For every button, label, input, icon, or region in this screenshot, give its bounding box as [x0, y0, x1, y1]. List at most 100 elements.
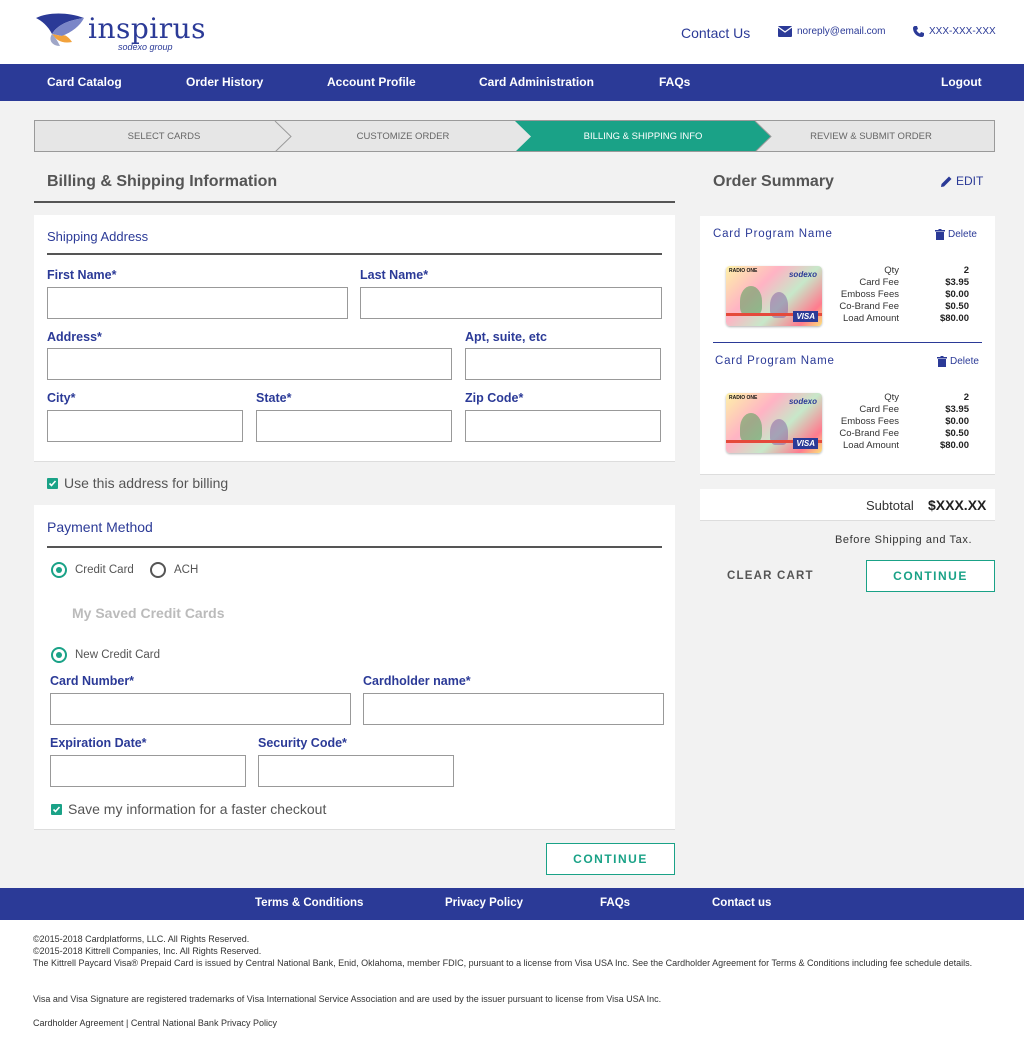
- card-number-label: Card Number*: [50, 674, 135, 688]
- envelope-icon: [778, 26, 792, 37]
- cardholder-label: Cardholder name*: [363, 674, 471, 688]
- first-name-field[interactable]: [47, 287, 348, 319]
- nav-account-profile[interactable]: Account Profile: [327, 75, 416, 89]
- footer-contact-link[interactable]: Contact us: [712, 897, 771, 909]
- edit-label: EDIT: [956, 174, 984, 188]
- card-issuer-text: sodexo: [788, 397, 817, 406]
- shipping-title-rule: [47, 253, 662, 255]
- clear-cart-button[interactable]: CLEAR CART: [727, 570, 814, 582]
- subtotal-label: Subtotal: [866, 498, 914, 513]
- footer-legal: ©2015-2018 Cardplatforms, LLC. All Right…: [0, 920, 1024, 1046]
- security-code-field[interactable]: [258, 755, 454, 787]
- phone-text: XXX-XXX-XXX: [929, 26, 996, 37]
- credit-card-label: Credit Card: [75, 564, 134, 576]
- address-label: Address*: [47, 330, 102, 344]
- city-field[interactable]: [47, 410, 243, 442]
- save-info-label: Save my information for a faster checkou…: [68, 801, 327, 817]
- save-info-checkbox[interactable]: Save my information for a faster checkou…: [51, 801, 326, 817]
- cardholder-agreement-links[interactable]: Cardholder Agreement | Central National …: [33, 1017, 277, 1029]
- phone-icon: [913, 26, 924, 37]
- item-fee-labels: Qty Card Fee Emboss Fees Co-Brand Fee Lo…: [839, 392, 899, 451]
- footer-privacy-link[interactable]: Privacy Policy: [445, 897, 523, 909]
- item-divider: [713, 342, 982, 343]
- new-credit-card-label: New Credit Card: [75, 649, 160, 661]
- copyright-kittrell: ©2015-2018 Kittrell Companies, Inc. All …: [33, 946, 262, 956]
- item-fee-values: 2 $3.95 $0.00 $0.50 $80.00: [939, 392, 969, 451]
- state-field[interactable]: [256, 410, 452, 442]
- payment-method-title: Payment Method: [47, 519, 153, 535]
- copyright-cardplatforms: ©2015-2018 Cardplatforms, LLC. All Right…: [33, 934, 250, 944]
- phone-contact[interactable]: XXX-XXX-XXX: [913, 26, 996, 37]
- order-summary-panel: Card Program Name Delete RADIO ONE sodex…: [700, 216, 995, 475]
- main-nav: Card Catalog Order History Account Profi…: [0, 64, 1024, 101]
- contact-us-link[interactable]: Contact Us: [681, 25, 750, 41]
- radio-selected-icon: [51, 562, 67, 578]
- city-label: City*: [47, 391, 76, 405]
- trash-icon: [935, 229, 945, 240]
- subtotal-row: Subtotal $XXX.XX: [700, 489, 995, 521]
- logout-link[interactable]: Logout: [941, 75, 982, 89]
- card-network-text: VISA: [793, 438, 818, 449]
- zip-field[interactable]: [465, 410, 661, 442]
- last-name-field[interactable]: [360, 287, 662, 319]
- email-contact[interactable]: noreply@email.com: [778, 26, 886, 37]
- footer-terms-link[interactable]: Terms & Conditions: [255, 897, 363, 909]
- footer-faqs-link[interactable]: FAQs: [600, 897, 630, 909]
- nav-faqs[interactable]: FAQs: [659, 75, 690, 89]
- logo-mark-icon: [36, 13, 84, 46]
- new-credit-card-radio[interactable]: New Credit Card: [51, 647, 160, 663]
- step-review-submit: REVIEW & SUBMIT ORDER: [810, 130, 932, 142]
- expiration-field[interactable]: [50, 755, 246, 787]
- card-number-field[interactable]: [50, 693, 351, 725]
- zip-label: Zip Code*: [465, 391, 524, 405]
- nav-card-catalog[interactable]: Card Catalog: [47, 75, 122, 89]
- ach-radio[interactable]: ACH: [150, 562, 198, 578]
- card-program-name: Card Program Name: [715, 355, 835, 367]
- issuer-disclosure: The Kittrell Paycard Visa® Prepaid Card …: [33, 958, 973, 968]
- step-billing-shipping: BILLING & SHIPPING INFO: [583, 130, 703, 142]
- delete-item-button[interactable]: Delete: [935, 229, 977, 240]
- security-code-label: Security Code*: [258, 736, 347, 750]
- pencil-icon: [941, 176, 952, 187]
- billing-title-rule: [34, 201, 675, 203]
- billing-section-title: Billing & Shipping Information: [47, 173, 278, 190]
- use-for-billing-label: Use this address for billing: [64, 475, 229, 491]
- visa-trademark-notice: Visa and Visa Signature are registered t…: [33, 994, 662, 1004]
- order-summary-title: Order Summary: [713, 173, 834, 190]
- continue-button-bottom[interactable]: CONTINUE: [546, 843, 675, 875]
- cardholder-field[interactable]: [363, 693, 664, 725]
- radio-unselected-icon: [150, 562, 166, 578]
- card-image: RADIO ONE sodexo VISA: [726, 393, 822, 453]
- trash-icon: [937, 356, 947, 367]
- card-brand-text: RADIO ONE: [729, 268, 758, 274]
- use-for-billing-checkbox[interactable]: Use this address for billing: [47, 475, 228, 491]
- shipping-address-title: Shipping Address: [47, 229, 149, 244]
- inspirus-logo[interactable]: inspirus sodexo group: [34, 12, 207, 56]
- state-label: State*: [256, 391, 292, 405]
- email-text: noreply@email.com: [797, 26, 886, 37]
- credit-card-radio[interactable]: Credit Card: [51, 562, 134, 578]
- first-name-label: First Name*: [47, 268, 117, 282]
- subtotal-value: $XXX.XX: [928, 497, 987, 513]
- card-network-text: VISA: [793, 311, 818, 322]
- continue-button-summary[interactable]: CONTINUE: [866, 560, 995, 592]
- address-field[interactable]: [47, 348, 452, 380]
- last-name-label: Last Name*: [360, 268, 429, 282]
- delete-item-button[interactable]: Delete: [937, 356, 979, 367]
- payment-title-rule: [47, 546, 662, 548]
- saved-cards-title: My Saved Credit Cards: [72, 605, 225, 621]
- tax-note: Before Shipping and Tax.: [835, 534, 973, 546]
- logo-text: inspirus: [88, 12, 207, 45]
- logo-subtext: sodexo group: [118, 42, 173, 52]
- step-select-cards: SELECT CARDS: [127, 130, 201, 142]
- payment-method-panel: Payment Method Credit Card ACH My Saved …: [34, 505, 675, 830]
- edit-summary-link[interactable]: EDIT: [941, 174, 983, 188]
- nav-card-administration[interactable]: Card Administration: [479, 75, 594, 89]
- radio-selected-icon: [51, 647, 67, 663]
- checkout-stepper: SELECT CARDS CUSTOMIZE ORDER BILLING & S…: [34, 120, 995, 152]
- delete-label: Delete: [950, 356, 979, 367]
- nav-order-history[interactable]: Order History: [186, 75, 263, 89]
- apt-field[interactable]: [465, 348, 661, 380]
- item-fee-labels: Qty Card Fee Emboss Fees Co-Brand Fee Lo…: [839, 265, 899, 324]
- card-issuer-text: sodexo: [788, 270, 817, 279]
